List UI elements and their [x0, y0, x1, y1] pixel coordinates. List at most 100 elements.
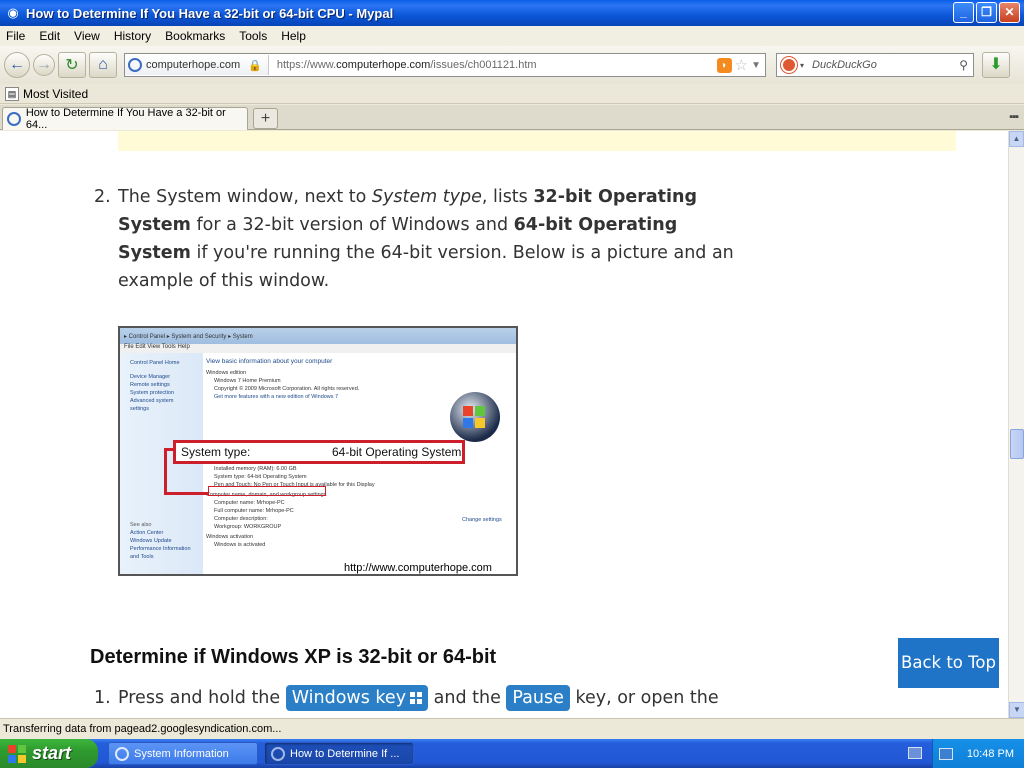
system-type-highlight — [208, 486, 326, 496]
screenshot-side-link: Action Center — [130, 530, 164, 536]
downloads-button[interactable]: ⬇ — [982, 52, 1010, 78]
menu-tools[interactable]: Tools — [239, 29, 267, 43]
scroll-down-arrow-icon[interactable]: ▼ — [1009, 702, 1024, 718]
step-text-part: and the — [428, 688, 507, 708]
search-input[interactable]: DuckDuckGo — [812, 59, 959, 71]
back-to-top-button[interactable]: Back to Top — [898, 638, 999, 688]
system-type-callout: System type: 64-bit Operating System — [173, 440, 465, 464]
step-text: The System window, next to System type, … — [118, 183, 754, 295]
taskbar-item-system-information[interactable]: System Information — [108, 742, 258, 765]
site-identity[interactable]: computerhope.com 🔒 — [125, 55, 269, 75]
menu-edit[interactable]: Edit — [39, 29, 60, 43]
engine-dropdown-icon[interactable]: ▾ — [800, 61, 804, 70]
most-visited-link[interactable]: Most Visited — [23, 87, 88, 101]
screenshot-line: Windows edition — [206, 370, 247, 376]
identity-label: computerhope.com — [146, 59, 241, 71]
window-controls: _ ❐ ✕ — [953, 2, 1020, 23]
scrollbar-thumb[interactable] — [1010, 429, 1024, 459]
url-dropdown-icon[interactable]: ▼ — [751, 60, 761, 71]
close-button[interactable]: ✕ — [999, 2, 1020, 23]
screenshot-address-bar: ▸ Control Panel ▸ System and Security ▸ … — [120, 328, 516, 344]
system-window-screenshot: ▸ Control Panel ▸ System and Security ▸ … — [118, 326, 518, 576]
site-favicon-icon — [128, 58, 142, 72]
forward-button[interactable]: → — [33, 54, 55, 76]
tab-strip: How to Determine If You Have a 32-bit or… — [0, 105, 1024, 131]
tab-favicon-icon — [7, 112, 21, 126]
search-icon[interactable]: ⚲ — [959, 58, 968, 72]
navigation-toolbar: ← → ↻ ⌂ computerhope.com 🔒 https://www.c… — [0, 46, 1024, 84]
start-button[interactable]: start — [0, 739, 98, 768]
screenshot-row: Windows activation — [206, 534, 254, 540]
callout-value: 64-bit Operating System — [332, 445, 462, 459]
home-icon: ⌂ — [98, 56, 108, 73]
bookmark-star-icon[interactable]: ☆ — [735, 56, 748, 74]
screenshot-sidebar: Control Panel Home Device Manager Remote… — [120, 353, 203, 574]
rss-feed-icon[interactable]: ◗ — [716, 57, 732, 73]
screenshot-change-settings: Change settings — [462, 517, 502, 523]
callout-connector — [164, 492, 208, 495]
windows-key-link[interactable]: Windows key — [285, 685, 429, 711]
network-icon[interactable] — [938, 747, 953, 760]
mypal-app-icon: ◉ — [7, 5, 19, 20]
menu-history[interactable]: History — [114, 29, 151, 43]
reload-button[interactable]: ↻ — [58, 52, 86, 78]
note-box — [118, 131, 956, 151]
step-text-part: Press and hold the — [118, 688, 286, 708]
step-1: 1. Press and hold the Windows key and th… — [94, 684, 754, 712]
url-bar[interactable]: computerhope.com 🔒 https://www.computerh… — [124, 53, 766, 77]
clock[interactable]: 10:48 PM — [967, 748, 1014, 760]
new-tab-button[interactable]: + — [253, 108, 278, 129]
step-text: Press and hold the Windows key and the P… — [118, 684, 754, 712]
forward-arrow-icon: → — [36, 56, 52, 73]
windows-flag-icon — [8, 744, 26, 763]
screenshot-row: Windows is activated — [214, 542, 266, 548]
scroll-up-arrow-icon[interactable]: ▲ — [1009, 131, 1024, 147]
taskbar-item-browser[interactable]: How to Determine If ... — [264, 742, 414, 765]
system-tray: 10:48 PM — [932, 739, 1024, 768]
tab-current[interactable]: How to Determine If You Have a 32-bit or… — [2, 107, 248, 131]
start-label: start — [32, 743, 72, 763]
screenshot-row: Workgroup: WORKGROUP — [214, 524, 282, 530]
screenshot-side-link: Windows Update — [130, 538, 172, 544]
url-text[interactable]: https://www.computerhope.com/issues/ch00… — [277, 59, 717, 71]
url-domain: computerhope.com — [336, 59, 431, 71]
step-text-part: if you're running the 64-bit version. Be… — [118, 243, 734, 291]
window-title: How to Determine If You Have a 32-bit or… — [26, 5, 394, 21]
step-text-part: , lists — [481, 187, 534, 207]
page-content: 2. The System window, next to System typ… — [0, 131, 1008, 718]
search-box[interactable]: ▾ DuckDuckGo ⚲ — [776, 53, 974, 77]
keyboard-icon[interactable] — [908, 747, 922, 759]
windows-key-label: Windows key — [291, 688, 407, 708]
screenshot-heading: View basic information about your comput… — [206, 358, 333, 365]
callout-connector — [164, 448, 167, 494]
back-arrow-icon: ← — [9, 56, 25, 73]
step-text-part: for a 32-bit version of Windows and — [190, 215, 514, 235]
reload-icon: ↻ — [65, 57, 79, 74]
windows-logo-pane — [463, 418, 473, 428]
task-label: System Information — [134, 747, 229, 760]
duckduckgo-icon[interactable] — [781, 57, 797, 73]
screenshot-watermark: http://www.computerhope.com — [344, 562, 492, 574]
back-button[interactable]: ← — [4, 52, 30, 78]
title-bar: ◉ How to Determine If You Have a 32-bit … — [0, 0, 1024, 26]
most-visited-icon: ▤ — [5, 86, 19, 101]
callout-label: System type: — [181, 445, 251, 459]
minimize-button[interactable]: _ — [953, 2, 974, 23]
list-all-tabs-icon[interactable]: ▪▪▪ — [1009, 111, 1019, 123]
pause-key-link[interactable]: Pause — [506, 685, 570, 711]
step-number: 1. — [94, 688, 111, 708]
screenshot-side-link: Control Panel Home — [130, 360, 180, 366]
vertical-scrollbar[interactable]: ▲ ▼ — [1008, 131, 1024, 718]
lock-icon: 🔒 — [248, 59, 262, 72]
windows-logo-pane — [475, 418, 485, 428]
maximize-button[interactable]: ❐ — [976, 2, 997, 23]
taskbar: start System Information How to Determin… — [0, 739, 1024, 768]
home-button[interactable]: ⌂ — [89, 52, 117, 78]
screenshot-row: System type: 64-bit Operating System — [214, 474, 307, 480]
screenshot-side-link: Remote settings — [130, 382, 170, 388]
help-icon — [115, 746, 129, 761]
menu-file[interactable]: File — [6, 29, 25, 43]
menu-bookmarks[interactable]: Bookmarks — [165, 29, 225, 43]
menu-help[interactable]: Help — [281, 29, 306, 43]
menu-view[interactable]: View — [74, 29, 100, 43]
